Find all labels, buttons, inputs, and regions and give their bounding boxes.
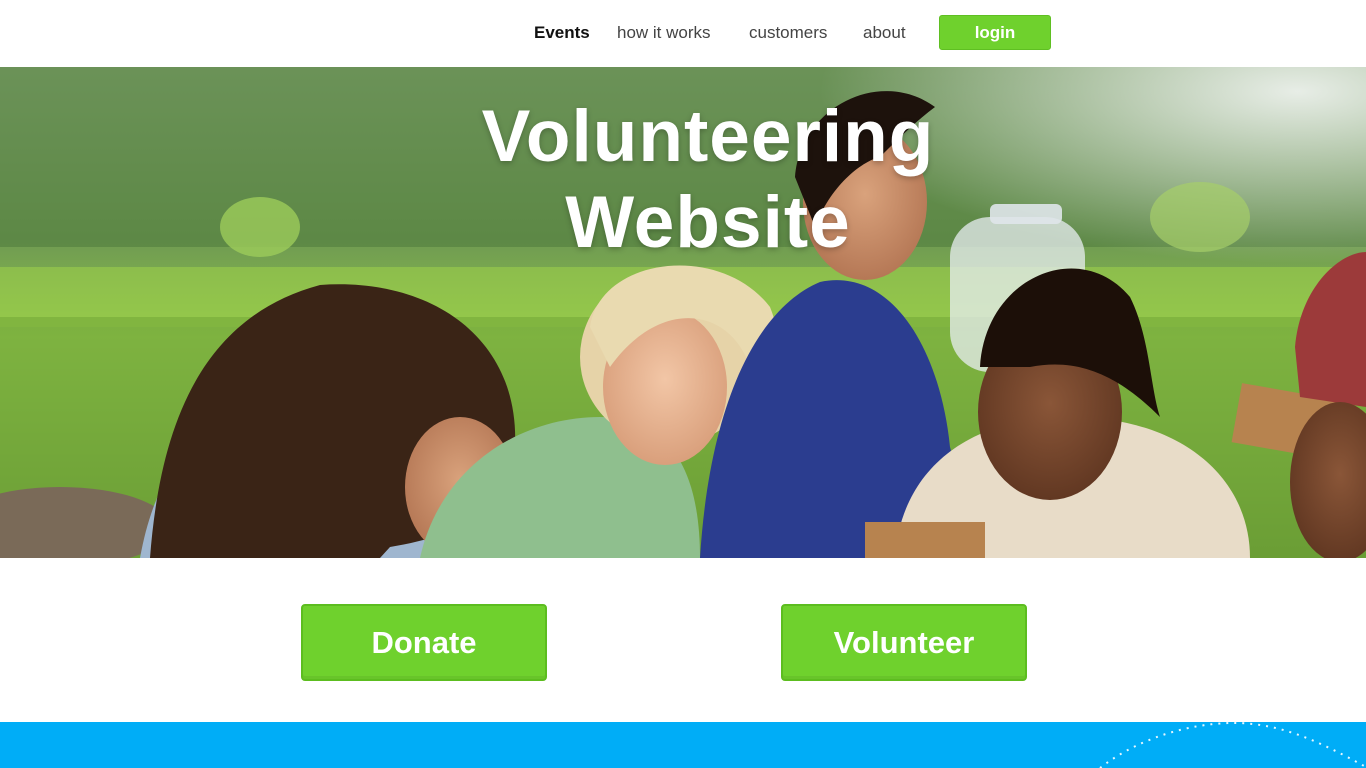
login-button[interactable]: login <box>939 15 1051 50</box>
volunteer-button[interactable]: Volunteer <box>781 604 1027 681</box>
main-nav: Events how it works customers about logi… <box>0 0 1366 67</box>
nav-link-customers[interactable]: customers <box>749 23 827 43</box>
hero-banner: Volunteering Website <box>0 67 1366 558</box>
hero-title-line-1: Volunteering <box>481 96 935 177</box>
nav-link-events[interactable]: Events <box>534 23 590 43</box>
nav-link-about[interactable]: about <box>863 23 906 43</box>
hero-title-line-2: Website <box>565 182 851 263</box>
nav-link-how-it-works[interactable]: how it works <box>617 23 711 43</box>
site-header: Events how it works customers about logi… <box>0 0 1366 67</box>
hero-title: Volunteering Website <box>383 94 1033 266</box>
footer-band <box>0 722 1366 768</box>
donate-button[interactable]: Donate <box>301 604 547 681</box>
dotted-arc-decoration <box>1099 722 1366 768</box>
